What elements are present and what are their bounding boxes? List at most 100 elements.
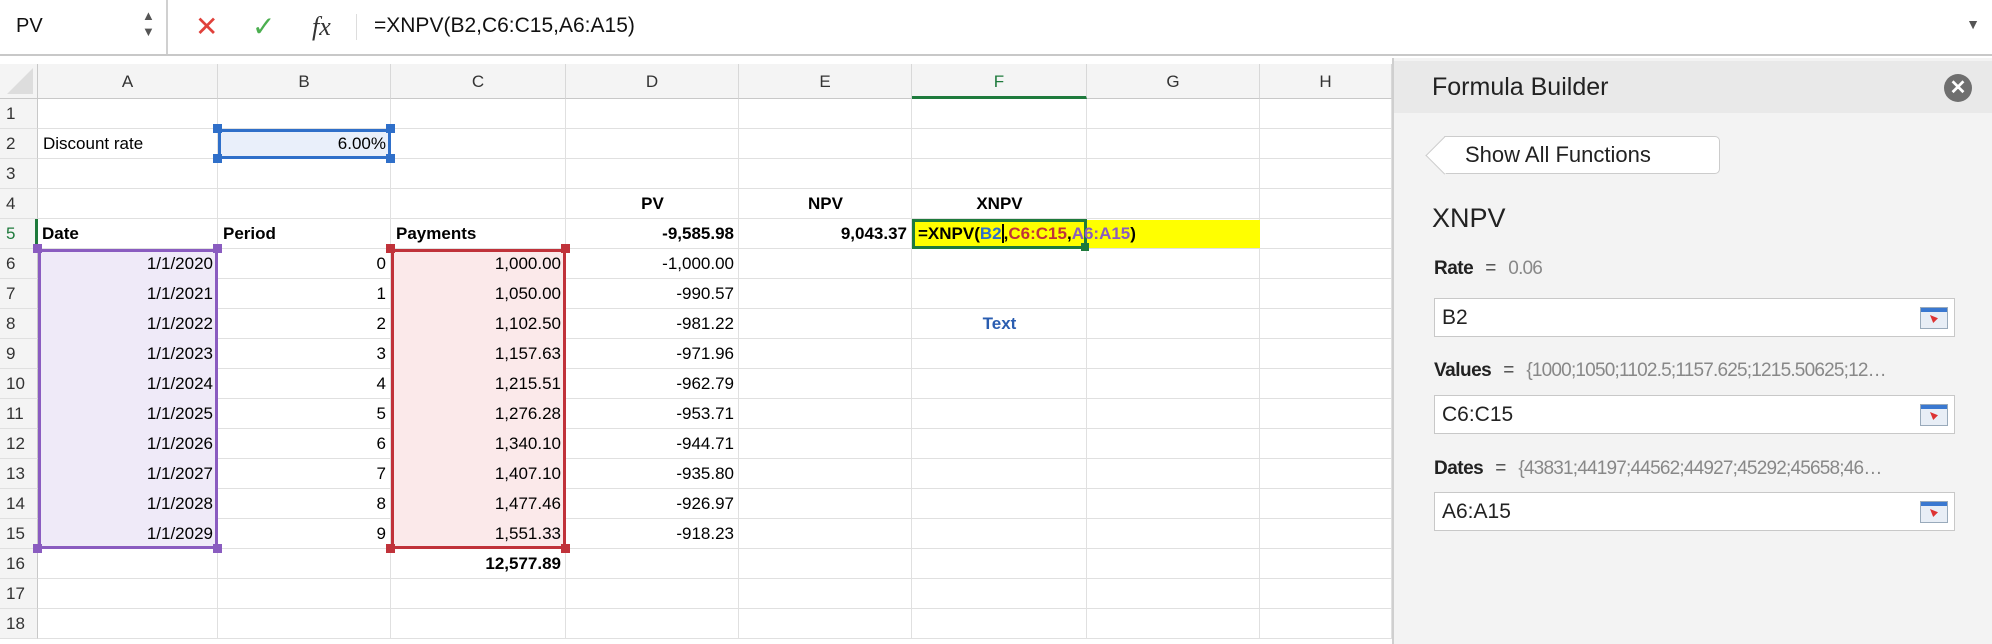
cell-B16[interactable] (218, 549, 391, 579)
row-header-18[interactable]: 18 (0, 609, 38, 639)
cell-E17[interactable] (739, 579, 912, 609)
cell-D18[interactable] (566, 609, 739, 639)
cell-H15[interactable] (1260, 519, 1392, 549)
cell-H6[interactable] (1260, 249, 1392, 279)
range-handle[interactable] (213, 544, 222, 553)
cell-H18[interactable] (1260, 609, 1392, 639)
cell-G18[interactable] (1087, 609, 1260, 639)
cell-B17[interactable] (218, 579, 391, 609)
cell-D2[interactable] (566, 129, 739, 159)
cell-C3[interactable] (391, 159, 566, 189)
row-header-14[interactable]: 14 (0, 489, 38, 519)
check-icon[interactable]: ✓ (252, 10, 275, 43)
cell-F14[interactable] (912, 489, 1087, 519)
column-header-F[interactable]: F (912, 64, 1087, 99)
cell-G7[interactable] (1087, 279, 1260, 309)
cell-D16[interactable] (566, 549, 739, 579)
row-header-2[interactable]: 2 (0, 129, 38, 159)
cell-C18[interactable] (391, 609, 566, 639)
range-picker-icon[interactable] (1920, 307, 1948, 329)
range-handle[interactable] (33, 244, 42, 253)
cell-B4[interactable] (218, 189, 391, 219)
cell-F2[interactable] (912, 129, 1087, 159)
cell-D3[interactable] (566, 159, 739, 189)
cell-G1[interactable] (1087, 99, 1260, 129)
cell-F9[interactable] (912, 339, 1087, 369)
cell-F18[interactable] (912, 609, 1087, 639)
cell-G17[interactable] (1087, 579, 1260, 609)
formula-input[interactable]: =XNPV(B2,C6:C15,A6:A15) (374, 14, 635, 38)
cell-G16[interactable] (1087, 549, 1260, 579)
cell-H10[interactable] (1260, 369, 1392, 399)
cell-F15[interactable] (912, 519, 1087, 549)
row-header-17[interactable]: 17 (0, 579, 38, 609)
range-handle[interactable] (561, 544, 570, 553)
cell-E3[interactable] (739, 159, 912, 189)
cell-F10[interactable] (912, 369, 1087, 399)
fill-handle[interactable] (1081, 243, 1089, 251)
range-handle[interactable] (213, 244, 222, 253)
row-header-10[interactable]: 10 (0, 369, 38, 399)
cell-E7[interactable] (739, 279, 912, 309)
cell-G9[interactable] (1087, 339, 1260, 369)
range-handle[interactable] (386, 154, 395, 163)
cell-F3[interactable] (912, 159, 1087, 189)
range-picker-icon[interactable] (1920, 404, 1948, 426)
cell-G13[interactable] (1087, 459, 1260, 489)
cell-E13[interactable] (739, 459, 912, 489)
cell-A16[interactable] (38, 549, 218, 579)
cell-G15[interactable] (1087, 519, 1260, 549)
cell-A18[interactable] (38, 609, 218, 639)
row-header-9[interactable]: 9 (0, 339, 38, 369)
cell-H5[interactable] (1260, 219, 1392, 249)
cell-H8[interactable] (1260, 309, 1392, 339)
x-icon[interactable]: ✕ (195, 10, 218, 43)
cell-E18[interactable] (739, 609, 912, 639)
column-header-B[interactable]: B (218, 64, 391, 99)
cell-G6[interactable] (1087, 249, 1260, 279)
range-handle[interactable] (33, 544, 42, 553)
cell-F17[interactable] (912, 579, 1087, 609)
show-all-functions-button[interactable]: Show All Functions (1444, 136, 1720, 174)
cell-E11[interactable] (739, 399, 912, 429)
active-cell-F5[interactable]: =XNPV(B2 ,C6:C15,A6:A15) (912, 219, 1136, 249)
cell-C17[interactable] (391, 579, 566, 609)
column-header-G[interactable]: G (1087, 64, 1260, 99)
cell-G11[interactable] (1087, 399, 1260, 429)
range-handle[interactable] (561, 244, 570, 253)
cell-E8[interactable] (739, 309, 912, 339)
cell-F11[interactable] (912, 399, 1087, 429)
cell-D1[interactable] (566, 99, 739, 129)
cell-H7[interactable] (1260, 279, 1392, 309)
cell-E1[interactable] (739, 99, 912, 129)
row-header-1[interactable]: 1 (0, 99, 38, 129)
cell-E9[interactable] (739, 339, 912, 369)
arg-input-dates[interactable]: A6:A15 (1434, 492, 1955, 531)
cell-B3[interactable] (218, 159, 391, 189)
range-handle[interactable] (213, 154, 222, 163)
range-picker-icon[interactable] (1920, 501, 1948, 523)
range-handle[interactable] (213, 124, 222, 133)
cell-G8[interactable] (1087, 309, 1260, 339)
cell-H11[interactable] (1260, 399, 1392, 429)
row-header-13[interactable]: 13 (0, 459, 38, 489)
column-header-H[interactable]: H (1260, 64, 1392, 99)
cell-A3[interactable] (38, 159, 218, 189)
row-header-4[interactable]: 4 (0, 189, 38, 219)
cell-E16[interactable] (739, 549, 912, 579)
cell-G10[interactable] (1087, 369, 1260, 399)
cell-G14[interactable] (1087, 489, 1260, 519)
row-header-7[interactable]: 7 (0, 279, 38, 309)
cell-A4[interactable] (38, 189, 218, 219)
cell-H12[interactable] (1260, 429, 1392, 459)
select-all-button[interactable] (0, 64, 38, 99)
arg-input-rate[interactable]: B2 (1434, 298, 1955, 337)
row-header-3[interactable]: 3 (0, 159, 38, 189)
cell-F7[interactable] (912, 279, 1087, 309)
cell-H3[interactable] (1260, 159, 1392, 189)
column-header-C[interactable]: C (391, 64, 566, 99)
cell-H2[interactable] (1260, 129, 1392, 159)
cell-E14[interactable] (739, 489, 912, 519)
row-header-11[interactable]: 11 (0, 399, 38, 429)
cell-F12[interactable] (912, 429, 1087, 459)
